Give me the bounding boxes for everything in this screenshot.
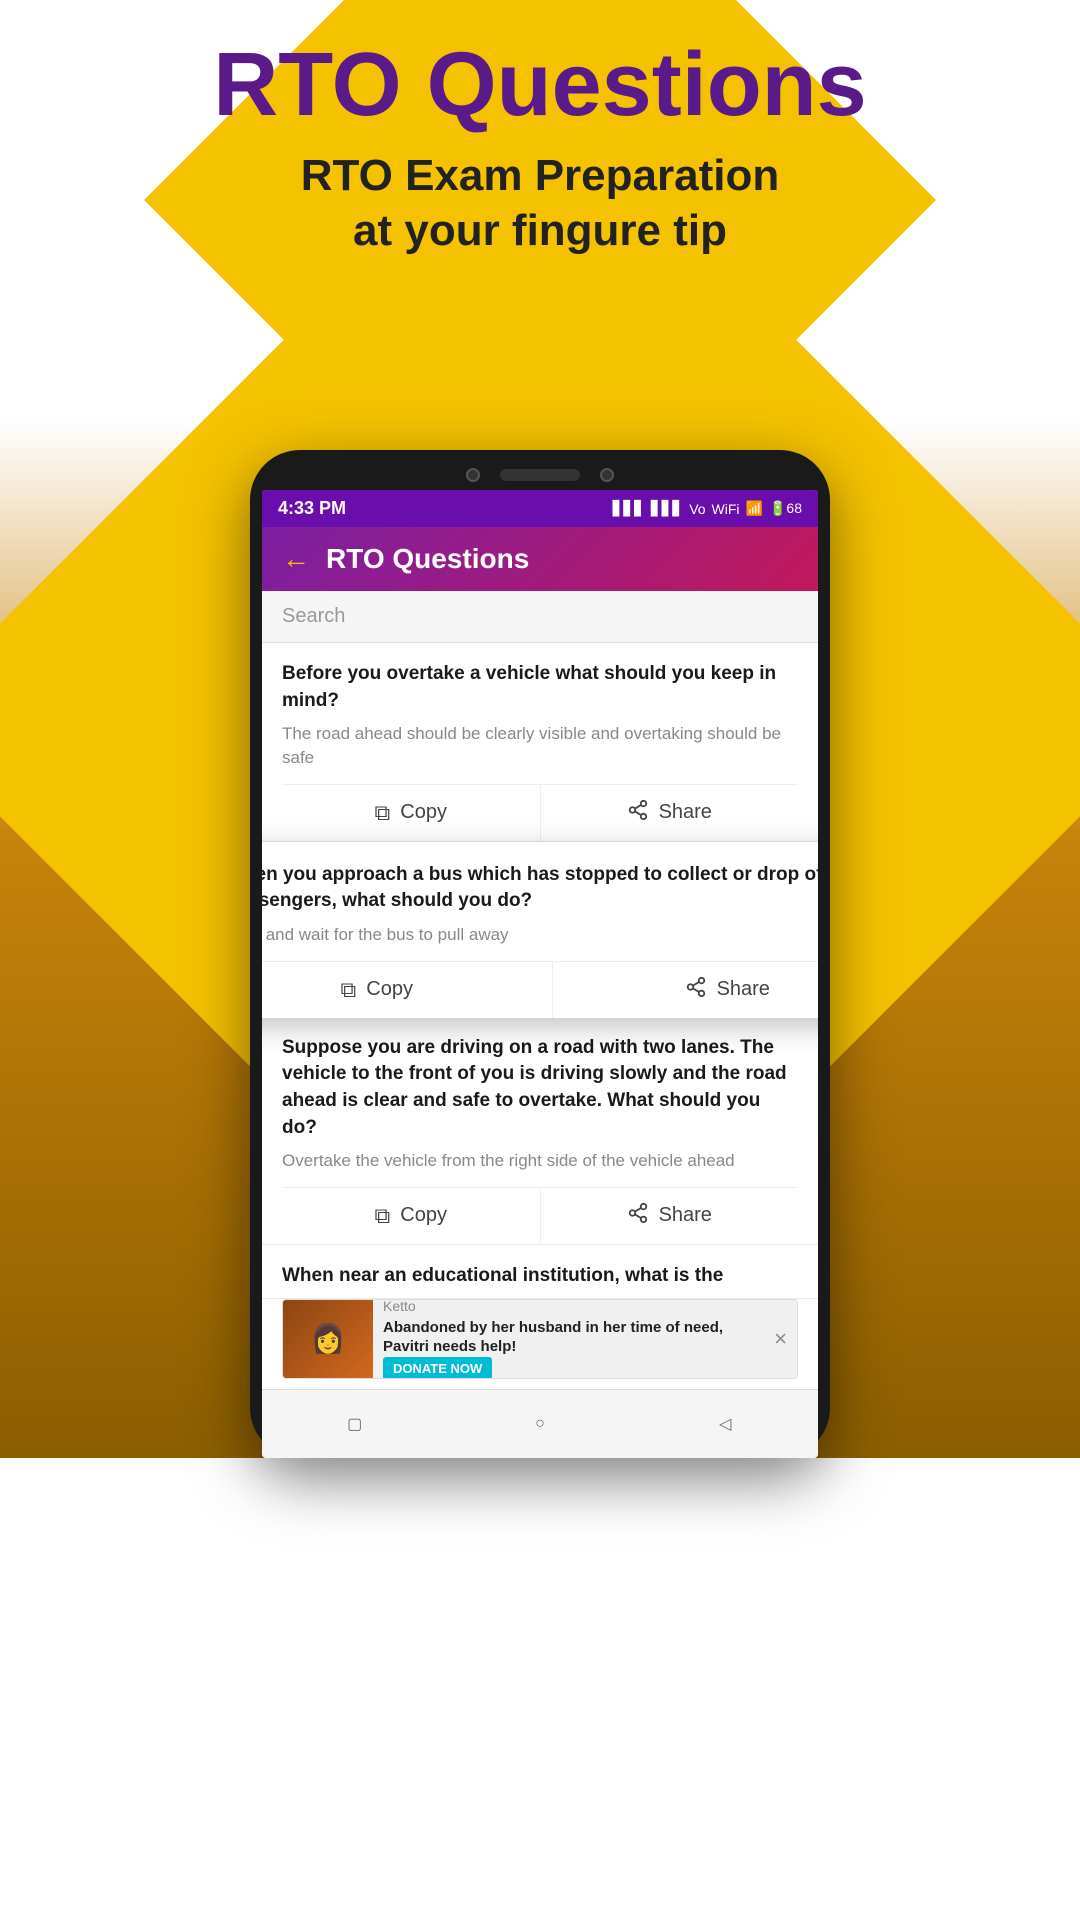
question-card-1: Before you overtake a vehicle what shoul… bbox=[262, 643, 818, 842]
wifi-icon2: 📶 bbox=[746, 500, 763, 517]
share-icon-4 bbox=[627, 1202, 649, 1230]
subtitle-line1: RTO Exam Preparation bbox=[301, 151, 779, 200]
question-card-4: Suppose you are driving on a road with t… bbox=[262, 1017, 818, 1245]
ad-close-button[interactable]: × bbox=[764, 1326, 797, 1352]
popup-share-icon bbox=[685, 976, 707, 1004]
nav-triangle-icon: ◁ bbox=[719, 1414, 731, 1434]
back-button[interactable]: ← bbox=[282, 543, 310, 575]
popup-share-button[interactable]: Share bbox=[553, 962, 819, 1018]
ad-brand: Ketto bbox=[383, 1299, 754, 1314]
phone-mockup: 4:33 PM ▋▋▋ ▋▋▋ Vo WiFi 📶 🔋68 ← RTO Ques… bbox=[250, 450, 830, 1458]
nav-circle-icon: ○ bbox=[535, 1415, 545, 1433]
nav-square-icon: ▢ bbox=[347, 1414, 362, 1434]
status-icons: ▋▋▋ ▋▋▋ Vo WiFi 📶 🔋68 bbox=[613, 500, 802, 517]
ad-title: Abandoned by her husband in her time of … bbox=[383, 1318, 754, 1357]
question-text-5: When near an educational institution, wh… bbox=[282, 1263, 798, 1290]
phone-nav-bar: ▢ ○ ◁ bbox=[262, 1389, 818, 1458]
nav-square-button[interactable]: ▢ bbox=[335, 1404, 375, 1444]
search-input[interactable]: Search bbox=[282, 605, 798, 628]
app-header: ← RTO Questions bbox=[262, 527, 818, 591]
app-header-title: RTO Questions bbox=[326, 543, 529, 575]
app-title: RTO Questions bbox=[213, 40, 866, 130]
ad-donate-button[interactable]: DONATE NOW bbox=[383, 1357, 492, 1379]
copy-label-4: Copy bbox=[400, 1204, 447, 1227]
nav-triangle-button[interactable]: ◁ bbox=[705, 1404, 745, 1444]
app-subtitle: RTO Exam Preparation at your fingure tip bbox=[301, 148, 779, 258]
share-button-4[interactable]: Share bbox=[541, 1188, 799, 1244]
popup-copy-label: Copy bbox=[366, 978, 413, 1001]
phone-section: 4:33 PM ▋▋▋ ▋▋▋ Vo WiFi 📶 🔋68 ← RTO Ques… bbox=[0, 420, 1080, 1458]
nav-circle-button[interactable]: ○ bbox=[520, 1404, 560, 1444]
popup-answer-text: Stop and wait for the bus to pull away bbox=[262, 923, 818, 947]
question-text-1: Before you overtake a vehicle what shoul… bbox=[282, 661, 798, 714]
answer-text-1: The road ahead should be clearly visible… bbox=[282, 722, 798, 770]
subtitle-line2: at your fingure tip bbox=[353, 206, 727, 255]
card-actions-1: ⧉ Copy Share bbox=[282, 784, 798, 841]
signal-icon-2: ▋▋▋ bbox=[651, 500, 683, 517]
share-icon-1 bbox=[627, 799, 649, 827]
popup-copy-icon: ⧉ bbox=[341, 977, 357, 1003]
ad-text-section: Ketto Abandoned by her husband in her ti… bbox=[373, 1299, 764, 1379]
popup-content-q2: When you approach a bus which has stoppe… bbox=[262, 842, 818, 947]
popup-card-q2: When you approach a bus which has stoppe… bbox=[262, 842, 818, 1018]
search-bar: Search bbox=[262, 591, 818, 643]
vo-icon: Vo bbox=[689, 501, 705, 517]
popup-share-label: Share bbox=[717, 978, 770, 1001]
phone-front-camera bbox=[600, 468, 614, 482]
ad-image: 👩 bbox=[283, 1299, 373, 1379]
question-card-5: When near an educational institution, wh… bbox=[262, 1245, 818, 1299]
status-bar: 4:33 PM ▋▋▋ ▋▋▋ Vo WiFi 📶 🔋68 bbox=[262, 490, 818, 527]
phone-camera bbox=[466, 468, 480, 482]
phone-speaker bbox=[500, 469, 580, 481]
popup-question-text: When you approach a bus which has stoppe… bbox=[262, 862, 818, 915]
card-actions-4: ⧉ Copy Share bbox=[282, 1187, 798, 1244]
share-label-1: Share bbox=[659, 801, 712, 824]
question-text-4: Suppose you are driving on a road with t… bbox=[282, 1035, 798, 1141]
wifi-icon: WiFi bbox=[712, 501, 740, 517]
share-button-1[interactable]: Share bbox=[541, 785, 799, 841]
phone-screen: 4:33 PM ▋▋▋ ▋▋▋ Vo WiFi 📶 🔋68 ← RTO Ques… bbox=[262, 490, 818, 1458]
battery-icon: 🔋68 bbox=[769, 500, 802, 517]
popup-actions: ⧉ Copy Share bbox=[262, 961, 818, 1018]
copy-icon-1: ⧉ bbox=[375, 800, 391, 826]
copy-icon-4: ⧉ bbox=[375, 1203, 391, 1229]
copy-label-1: Copy bbox=[400, 801, 447, 824]
ad-banner: 👩 Ketto Abandoned by her husband in her … bbox=[282, 1299, 798, 1379]
copy-button-1[interactable]: ⧉ Copy bbox=[282, 785, 541, 841]
popup-copy-button[interactable]: ⧉ Copy bbox=[262, 962, 553, 1018]
popup-wrapper: When you approach a bus which has stoppe… bbox=[262, 842, 818, 1017]
copy-button-4[interactable]: ⧉ Copy bbox=[282, 1188, 541, 1244]
phone-hardware-bar bbox=[262, 468, 818, 482]
signal-icon-1: ▋▋▋ bbox=[613, 500, 645, 517]
answer-text-4: Overtake the vehicle from the right side… bbox=[282, 1149, 798, 1173]
status-time: 4:33 PM bbox=[278, 498, 346, 519]
share-label-4: Share bbox=[659, 1204, 712, 1227]
